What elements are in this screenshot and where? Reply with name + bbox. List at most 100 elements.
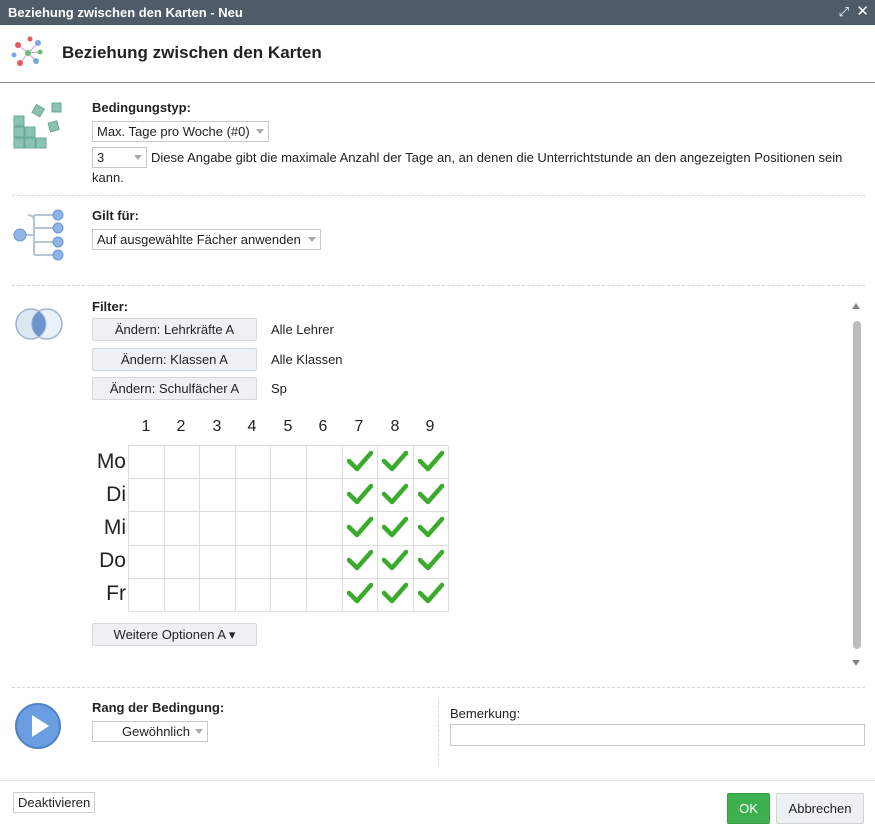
grid-cell[interactable] (412, 444, 450, 480)
checkmark-icon (346, 450, 374, 471)
scroll-up-arrow[interactable] (852, 303, 860, 309)
footer-divider (0, 780, 875, 781)
grid-cell[interactable] (234, 511, 272, 546)
grid-cell[interactable] (377, 577, 414, 612)
section-divider (12, 687, 865, 688)
applies-select[interactable]: Auf ausgewählte Fächer anwenden (92, 229, 321, 250)
grid-cell[interactable] (234, 444, 272, 480)
grid-cell[interactable] (305, 544, 343, 579)
day-header: Do (99, 549, 126, 572)
grid-cell[interactable] (128, 544, 165, 579)
grid-cell[interactable] (305, 511, 343, 546)
grid-cell[interactable] (199, 444, 236, 480)
rank-value: Gewöhnlich (122, 724, 190, 739)
period-header: 9 (425, 418, 435, 435)
grid-cell[interactable] (341, 478, 379, 513)
grid-cell[interactable] (163, 577, 201, 612)
grid-cell[interactable] (412, 478, 450, 513)
grid-cell[interactable] (234, 544, 272, 579)
checkmark-icon (417, 450, 445, 471)
day-header: Fr (106, 582, 126, 605)
rank-label: Rang der Bedingung: (92, 700, 225, 715)
condition-type-select[interactable]: Max. Tage pro Woche (#0) (92, 121, 269, 142)
grid-cell[interactable] (128, 511, 165, 546)
grid-cell[interactable] (234, 478, 272, 513)
grid-cell[interactable] (128, 444, 165, 480)
day-count-select[interactable]: 3 (92, 147, 147, 168)
grid-cell[interactable] (128, 478, 165, 513)
window-titlebar: Beziehung zwischen den Karten - Neu ⤢ ✕ (0, 0, 875, 25)
maximize-icon[interactable]: ⤢ (839, 4, 849, 20)
grid-cell[interactable] (270, 577, 307, 612)
dialog-title: Beziehung zwischen den Karten (62, 43, 322, 62)
grid-cell[interactable] (163, 478, 201, 513)
checkmark-icon (417, 516, 445, 538)
checkmark-icon (417, 483, 445, 505)
grid-cell[interactable] (377, 511, 414, 546)
grid-cell[interactable] (377, 478, 414, 513)
classes-value: Alle Klassen (271, 352, 343, 367)
applies-value: Auf ausgewählte Fächer anwenden (97, 232, 301, 247)
grid-row (128, 444, 450, 480)
grid-cell[interactable] (234, 577, 272, 612)
change-teachers-button[interactable]: Ändern: Lehrkräfte A (92, 318, 257, 341)
day-header: Di (106, 483, 126, 506)
grid-cell[interactable] (199, 544, 236, 579)
section-divider (12, 195, 865, 196)
condition-type-value: Max. Tage pro Woche (#0) (97, 124, 250, 139)
grid-cell[interactable] (199, 577, 236, 612)
cancel-button[interactable]: Abbrechen (776, 793, 864, 824)
grid-cell[interactable] (412, 544, 450, 579)
checkmark-icon (346, 549, 374, 571)
grid-cell[interactable] (199, 478, 236, 513)
grid-cell[interactable] (270, 478, 307, 513)
grid-cell[interactable] (341, 444, 379, 480)
grid-cell[interactable] (305, 577, 343, 612)
rank-select[interactable]: Gewöhnlich (92, 721, 208, 742)
grid-cell[interactable] (163, 511, 201, 546)
chevron-down-icon (256, 129, 264, 134)
grid-cell[interactable] (270, 544, 307, 579)
period-header: 2 (176, 418, 186, 435)
ok-button[interactable]: OK (727, 793, 770, 824)
grid-cell[interactable] (270, 511, 307, 546)
grid-cell[interactable] (377, 544, 414, 579)
period-header: 5 (283, 418, 293, 435)
period-header: 4 (247, 418, 257, 435)
grid-cell[interactable] (305, 478, 343, 513)
grid-cell[interactable] (163, 444, 201, 480)
checkmark-icon (346, 483, 374, 505)
remark-label: Bemerkung: (450, 706, 521, 721)
change-subjects-button[interactable]: Ändern: Schulfächer A (92, 377, 257, 400)
scroll-down-arrow[interactable] (852, 660, 860, 666)
close-icon[interactable]: ✕ (856, 2, 869, 20)
section-divider (12, 285, 865, 286)
grid-cell[interactable] (199, 511, 236, 546)
period-grid (128, 444, 450, 612)
grid-cell[interactable] (341, 577, 379, 612)
grid-cell[interactable] (341, 544, 379, 579)
grid-cell[interactable] (163, 544, 201, 579)
period-header: 7 (354, 418, 364, 435)
grid-cell[interactable] (305, 444, 343, 480)
scrollbar-thumb[interactable] (853, 321, 861, 649)
grid-cell[interactable] (270, 444, 307, 480)
grid-row (128, 478, 450, 513)
grid-cell[interactable] (412, 511, 450, 546)
column-divider (438, 700, 439, 766)
grid-cell[interactable] (412, 577, 450, 612)
grid-cell[interactable] (128, 577, 165, 612)
period-header: 6 (318, 418, 328, 435)
more-options-button[interactable]: Weitere Optionen A ▾ (92, 623, 257, 646)
grid-cell[interactable] (341, 511, 379, 546)
checkmark-icon (382, 483, 409, 505)
change-classes-button[interactable]: Ändern: Klassen A (92, 348, 257, 371)
deactivate-button[interactable]: Deaktivieren (13, 792, 96, 813)
grid-cell[interactable] (377, 444, 414, 480)
window-title: Beziehung zwischen den Karten - Neu (8, 5, 243, 20)
checkmark-icon (346, 583, 374, 604)
day-header: Mi (103, 516, 126, 539)
venn-diagram-icon (15, 308, 63, 340)
remark-input[interactable] (450, 724, 865, 746)
teachers-value: Alle Lehrer (271, 322, 334, 337)
